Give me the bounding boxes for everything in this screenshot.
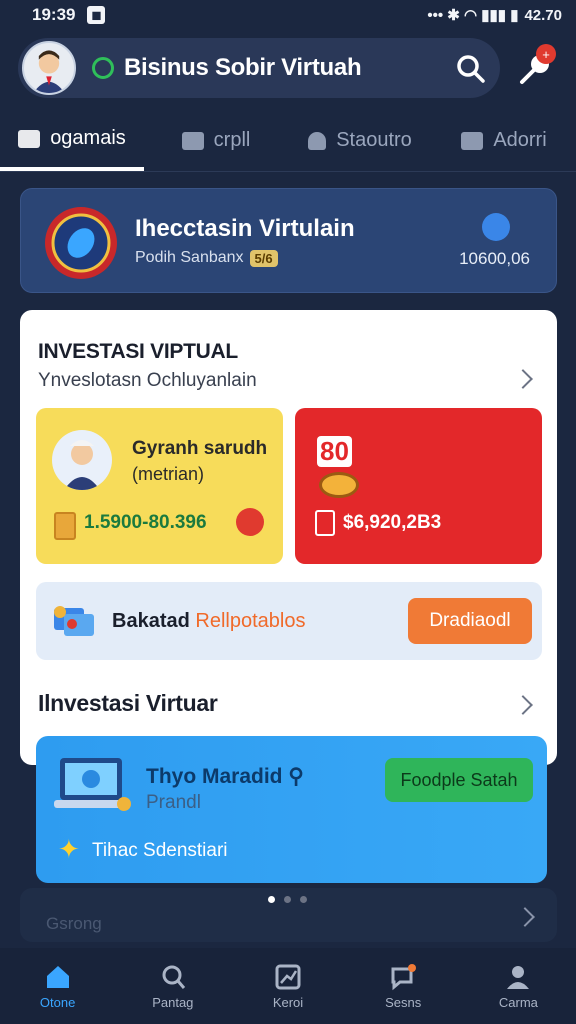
tab-label: crpll xyxy=(213,129,251,151)
battery-level: 42.70 xyxy=(524,6,562,24)
section-label: Gsrong xyxy=(46,914,102,933)
carousel-dot[interactable] xyxy=(284,896,291,903)
status-time: 19:39 xyxy=(32,5,76,24)
badge-logo-icon xyxy=(45,207,117,279)
page-title: Bisinus Sobir Virtuah xyxy=(124,54,362,81)
bottom-navigation: Otone Pantag Keroi Sesns Carma xyxy=(0,948,576,1024)
tab-ogamais[interactable]: ogamais xyxy=(0,110,144,171)
red-investment-card[interactable]: 80 $6,920,2B3 xyxy=(295,408,542,564)
search-icon xyxy=(162,965,185,989)
emoji-icon xyxy=(319,472,359,498)
folder-icon xyxy=(461,131,484,150)
carousel-pagination xyxy=(268,896,307,903)
promo-card[interactable]: Thyo Maradid ⚲ Prandl Foodple Satah ✦ Ti… xyxy=(36,736,547,883)
person-icon xyxy=(64,440,100,490)
card-number: 80 xyxy=(317,436,352,467)
hero-title: Ihecctasin Virtulain xyxy=(135,215,355,242)
card-title: Gyranh sarudh xyxy=(132,438,268,459)
hero-chip: 5/6 xyxy=(249,249,278,267)
chevron-right-icon[interactable] xyxy=(515,907,535,927)
document-icon xyxy=(54,512,76,540)
trend-icon[interactable] xyxy=(482,213,510,241)
online-status-icon xyxy=(92,57,114,79)
document-icon xyxy=(315,510,335,536)
nav-label: Keroi xyxy=(272,994,304,1010)
avatar-image xyxy=(33,50,65,93)
status-bar: 19:39 ◼ ••• ✱ ◠ ▮▮▮ ▮ 42.70 xyxy=(0,0,576,30)
yellow-investment-card[interactable]: Gyranh sarudh (metrian) 1.5900-80.396 xyxy=(36,408,283,564)
hero-subtitle: Podih Sanbanx 5/6 xyxy=(135,249,278,267)
section-title: Ilnvestasi Virtuar xyxy=(38,690,218,716)
chevron-right-icon[interactable] xyxy=(513,695,533,715)
chat-icon xyxy=(391,963,417,990)
banner-text: Bakatad Rellpotablos xyxy=(112,610,305,633)
section-subtitle: Ynveslotasn Ochluyanlain xyxy=(38,370,257,391)
carousel-dot[interactable] xyxy=(268,896,275,903)
action-badge-icon[interactable] xyxy=(236,508,264,536)
app-header: Bisinus Sobir Virtuah xyxy=(18,38,500,98)
tab-bar: ogamais crpll Staoutro Adorri xyxy=(0,110,576,172)
section-heading: INVESTASI VIPTUAL xyxy=(38,340,238,363)
signal-icons: ••• ✱ ◠ ▮▮▮ ▮ xyxy=(427,7,519,24)
card-value: 1.5900-80.396 xyxy=(84,512,207,533)
search-icon[interactable] xyxy=(454,52,486,84)
promo-banner: Bakatad Rellpotablos Dradiaodl xyxy=(36,582,542,660)
tab-adorri[interactable]: Adorri xyxy=(432,110,576,171)
tab-label: Staoutro xyxy=(336,129,412,151)
chart-icon xyxy=(275,964,301,989)
banner-text-highlight: Rellpotablos xyxy=(195,610,306,632)
user-icon xyxy=(308,131,327,150)
chat-icon xyxy=(181,131,204,150)
laptop-icon xyxy=(54,758,131,811)
carousel-dot[interactable] xyxy=(300,896,307,903)
card-subtitle: (metrian) xyxy=(132,464,205,484)
hero-value: 10600,06 xyxy=(459,249,530,268)
nav-label: Pantag xyxy=(152,994,194,1010)
chevron-right-icon[interactable] xyxy=(513,369,533,389)
tab-staoutro[interactable]: Staoutro xyxy=(288,110,432,171)
tab-label: ogamais xyxy=(50,127,126,149)
avatar xyxy=(52,430,112,490)
nav-item-profile[interactable]: Carma xyxy=(461,948,576,1024)
nav-label: Sesns xyxy=(385,994,422,1010)
nav-item-home[interactable]: Otone xyxy=(0,948,115,1024)
tab-label: Adorri xyxy=(493,129,547,151)
banner-text-bold: Bakatad xyxy=(112,610,190,632)
tab-crpll[interactable]: crpll xyxy=(144,110,288,171)
promo-subtitle: Prandl xyxy=(146,792,201,813)
sparkle-icon: ✦ xyxy=(58,834,80,864)
promo-footer-text: Tihac Sdenstiari xyxy=(92,840,228,861)
nav-item-search[interactable]: Pantag xyxy=(115,948,230,1024)
investment-panel: INVESTASI VIPTUAL Ynveslotasn Ochluyanla… xyxy=(20,310,557,765)
home-icon xyxy=(46,965,69,988)
nav-item-chart[interactable]: Keroi xyxy=(230,948,345,1024)
location-pin-icon: ⚲ xyxy=(288,765,304,788)
avatar[interactable] xyxy=(22,41,76,95)
card-value: $6,920,2B3 xyxy=(343,512,442,533)
banner-action-button[interactable]: Dradiaodl xyxy=(408,598,532,644)
hero-subtitle-text: Podih Sanbanx xyxy=(135,249,244,266)
profile-icon xyxy=(507,965,530,989)
mail-icon xyxy=(18,129,41,148)
promo-action-button[interactable]: Foodple Satah xyxy=(385,758,533,802)
nav-label: Carma xyxy=(498,994,538,1010)
notification-button[interactable]: + xyxy=(516,44,556,88)
promo-title: Thyo Maradid ⚲ xyxy=(146,764,304,789)
nav-label: Otone xyxy=(39,994,76,1010)
wallet-icon xyxy=(54,606,94,636)
notification-badge: + xyxy=(536,44,556,64)
promo-title-text: Thyo Maradid xyxy=(146,765,283,788)
hero-card[interactable]: Ihecctasin Virtulain Podih Sanbanx 5/6 1… xyxy=(20,188,557,293)
notification-app-icon: ◼ xyxy=(87,6,106,24)
nav-item-messages[interactable]: Sesns xyxy=(346,948,461,1024)
